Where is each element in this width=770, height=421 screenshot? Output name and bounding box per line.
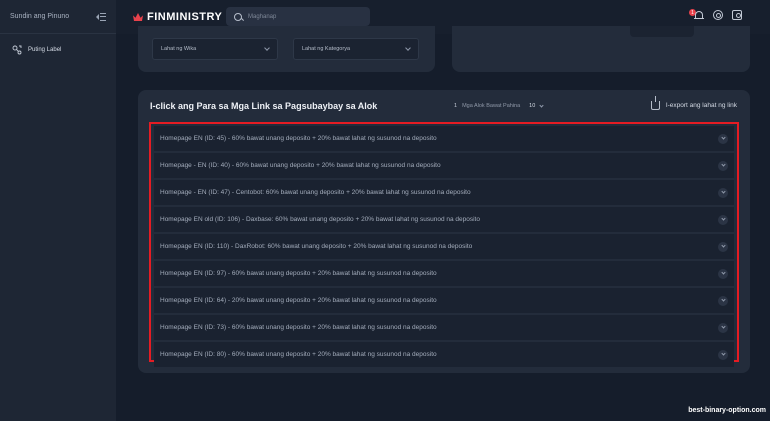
link-row[interactable]: Homepage EN (ID: 73) - 60% bawat unang d…	[154, 314, 734, 341]
chevron-down-icon	[720, 324, 726, 329]
expand-button[interactable]	[718, 133, 728, 144]
link-row[interactable]: Homepage - EN (ID: 47) - Centobot: 60% b…	[154, 179, 734, 206]
sidebar-title: Sundin ang Pinuno	[10, 13, 70, 20]
expand-button[interactable]	[718, 241, 728, 252]
expand-button[interactable]	[718, 295, 728, 306]
expand-button[interactable]	[718, 349, 728, 360]
link-row-text: Homepage EN (ID: 110) - DaxRobot: 60% ba…	[160, 243, 473, 251]
white-label-icon	[12, 45, 22, 55]
expand-button[interactable]	[718, 160, 728, 171]
sidebar-item-puting-label[interactable]: Puting Label	[0, 39, 116, 61]
link-row-text: Homepage EN (ID: 45) - 60% bawat unang d…	[160, 135, 437, 143]
link-row-text: Homepage - EN (ID: 40) - 60% bawat unang…	[160, 162, 441, 170]
tracking-links-card: I-click ang Para sa Mga Link sa Pagsubay…	[138, 90, 750, 373]
filter-card: Lahat ng Wika Lahat ng Kategorya	[138, 26, 435, 72]
category-select[interactable]: Lahat ng Kategorya	[293, 38, 419, 60]
chevron-down-icon	[720, 270, 726, 275]
link-row[interactable]: Homepage EN (ID: 45) - 60% bawat unang d…	[154, 126, 734, 152]
header-actions: 1	[689, 9, 742, 20]
link-row[interactable]: Homepage EN (ID: 80) - 60% bawat unang d…	[154, 341, 734, 368]
sidebar-header: Sundin ang Pinuno	[0, 0, 116, 34]
expand-button[interactable]	[718, 268, 728, 279]
link-row-text: Homepage EN (ID: 64) - 20% bawat unang d…	[160, 297, 437, 305]
chevron-down-icon	[405, 45, 411, 51]
link-row-text: Homepage - EN (ID: 47) - Centobot: 60% b…	[160, 189, 471, 197]
user-account-icon[interactable]	[732, 10, 742, 20]
per-page-select[interactable]: 10	[529, 103, 535, 109]
chevron-down-icon	[720, 351, 726, 356]
search-bar[interactable]: Maghanap	[226, 7, 370, 26]
info-card-button[interactable]	[630, 26, 694, 37]
brand-name: FINMINISTRY	[147, 11, 223, 23]
expand-button[interactable]	[718, 214, 728, 225]
chevron-down-icon	[264, 45, 270, 51]
export-label: I-export ang lahat ng link	[665, 102, 737, 109]
chevron-down-icon	[720, 243, 726, 248]
brand-logo[interactable]: FINMINISTRY	[133, 11, 222, 23]
sidebar-item-label: Puting Label	[28, 47, 62, 53]
language-select-value: Lahat ng Wika	[161, 46, 197, 52]
notification-bell-icon[interactable]: 1	[689, 9, 704, 20]
sidebar: Sundin ang Pinuno Puting Label	[0, 0, 116, 421]
link-row[interactable]: Homepage EN old (ID: 106) - Daxbase: 60%…	[154, 206, 734, 233]
link-row[interactable]: Homepage EN (ID: 64) - 20% bawat unang d…	[154, 287, 734, 314]
link-row[interactable]: Homepage - EN (ID: 40) - 60% bawat unang…	[154, 152, 734, 179]
chevron-down-icon[interactable]	[539, 102, 544, 108]
link-row-text: Homepage EN (ID: 73) - 60% bawat unang d…	[160, 324, 437, 332]
category-select-value: Lahat ng Kategorya	[302, 46, 351, 52]
chevron-down-icon	[720, 135, 726, 141]
expand-button[interactable]	[718, 322, 728, 333]
link-row-text: Homepage EN (ID: 97) - 60% bawat unang d…	[160, 270, 437, 278]
crown-icon	[133, 13, 143, 21]
at-sign-icon[interactable]	[713, 10, 723, 20]
chevron-down-icon	[720, 162, 726, 168]
export-all-links-button[interactable]: I-export ang lahat ng link	[650, 96, 737, 110]
expand-button[interactable]	[718, 187, 728, 198]
export-icon	[650, 96, 660, 110]
per-page-label: Mga Alok Bawat Pahina	[462, 103, 521, 109]
tracking-links-title: I-click ang Para sa Mga Link sa Pagsubay…	[150, 101, 378, 111]
watermark: best-binary-option.com	[688, 407, 766, 414]
tracking-links-list: Homepage EN (ID: 45) - 60% bawat unang d…	[149, 122, 739, 368]
chevron-down-icon	[720, 297, 726, 302]
language-select[interactable]: Lahat ng Wika	[152, 38, 278, 60]
search-icon	[234, 12, 242, 21]
page-indicator: 1	[454, 103, 458, 109]
link-row-text: Homepage EN old (ID: 106) - Daxbase: 60%…	[160, 216, 480, 224]
per-page-control: 1 Mga Alok Bawat Pahina 10	[454, 102, 544, 109]
link-row[interactable]: Homepage EN (ID: 97) - 60% bawat unang d…	[154, 260, 734, 287]
info-card	[452, 26, 750, 72]
search-input[interactable]: Maghanap	[248, 14, 276, 20]
collapse-menu-icon[interactable]	[96, 12, 106, 21]
chevron-down-icon	[720, 216, 726, 222]
link-row-text: Homepage EN (ID: 80) - 60% bawat unang d…	[160, 351, 437, 359]
link-row[interactable]: Homepage EN (ID: 110) - DaxRobot: 60% ba…	[154, 233, 734, 260]
chevron-down-icon	[720, 189, 726, 195]
